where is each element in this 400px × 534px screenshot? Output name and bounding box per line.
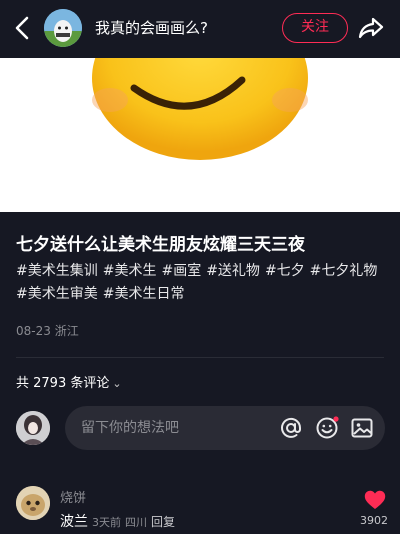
- commenter-name[interactable]: 烧饼: [60, 487, 86, 506]
- image-icon[interactable]: [350, 416, 374, 440]
- comment-text: 波兰: [60, 514, 88, 530]
- tag[interactable]: #画室: [161, 263, 201, 279]
- tag[interactable]: #美术生: [103, 263, 157, 279]
- tag-list: #美术生集训 #美术生 #画室 #送礼物 #七夕 #七夕礼物 #美术生审美 #美术生日常: [16, 260, 388, 306]
- comment-count[interactable]: 共 2793 条评论 ⌄: [16, 372, 122, 391]
- chevron-down-icon: ⌄: [112, 377, 122, 390]
- post-location: 浙江: [54, 324, 79, 338]
- tag[interactable]: #送礼物: [206, 263, 260, 279]
- author-name[interactable]: 我真的会画画么?: [95, 17, 208, 38]
- emoji-icon[interactable]: [315, 416, 339, 440]
- tag[interactable]: #七夕礼物: [310, 263, 378, 279]
- tag[interactable]: #美术生日常: [103, 286, 185, 302]
- author-avatar[interactable]: [44, 9, 82, 47]
- tag[interactable]: #美术生审美: [16, 286, 98, 302]
- post-title: 七夕送什么让美术生朋友炫耀三天三夜: [16, 235, 305, 255]
- share-icon[interactable]: [357, 14, 385, 42]
- top-bar: 我真的会画画么? 关注: [0, 0, 400, 58]
- tag[interactable]: #七夕: [265, 263, 305, 279]
- at-icon[interactable]: [279, 416, 303, 440]
- comment-input[interactable]: [81, 406, 271, 450]
- comment-body: 波兰 3天前 四川 回复: [60, 511, 175, 531]
- comment-location: 四川: [125, 516, 147, 529]
- comment-input-box[interactable]: [65, 406, 385, 450]
- back-arrow-icon[interactable]: [10, 14, 34, 42]
- post-date: 08-23: [16, 324, 51, 338]
- divider: [16, 357, 384, 358]
- reply-button[interactable]: 回复: [151, 515, 175, 529]
- tag[interactable]: #美术生集训: [16, 263, 98, 279]
- comment-count-label: 共 2793 条评论: [16, 376, 110, 391]
- follow-button[interactable]: 关注: [282, 13, 348, 43]
- my-avatar: [16, 411, 50, 445]
- heart-icon[interactable]: [364, 490, 386, 510]
- post-image[interactable]: [0, 58, 400, 212]
- commenter-avatar[interactable]: [16, 486, 50, 520]
- comment-time: 3天前: [92, 516, 121, 529]
- like-count: 3902: [360, 514, 388, 527]
- post-meta: 08-23 浙江: [16, 322, 79, 339]
